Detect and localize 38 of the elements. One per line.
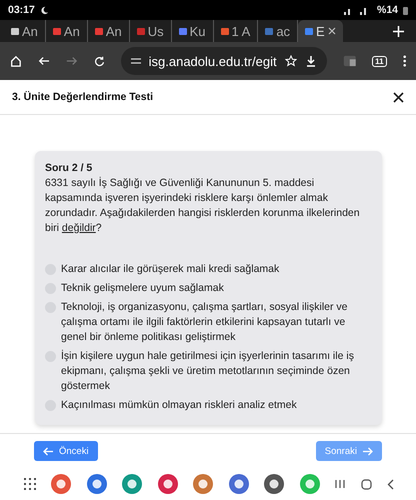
url-field[interactable]: isg.anadolu.edu.tr/egit [120, 47, 327, 75]
option-label[interactable]: Teknoloji, iş organizasyonu, çalışma şartları, sosyal ilişkiler ve çalışma ortamı ile ilgili faktörlerin etkilerini kapsayan tutarlı ve genel bir önleme politikası geliştirmek [61, 300, 372, 345]
clock-time: 03:17 [8, 4, 35, 16]
left-arrow-icon [43, 446, 54, 456]
question-counter: Soru 2 / 5 [45, 161, 94, 176]
star-icon[interactable] [284, 55, 297, 67]
question-text: 6331 sayılı İş Sağlığı ve Güvenliği Kanununun 5. maddesi kapsamında işveren işyerindeki risklere karşı önlemler almak zorundadır. Aşağıdakilerden hangisi risklerden korunma ilkelerinden biri değildir? [45, 176, 361, 236]
app-icon[interactable] [193, 474, 214, 494]
close-icon[interactable] [328, 27, 336, 35]
tab-count[interactable]: 11 [372, 56, 387, 66]
download-icon[interactable] [304, 55, 317, 67]
forward-icon[interactable] [66, 54, 78, 68]
option-label[interactable]: Teknik gelişmelere uyum sağlamak [61, 281, 224, 296]
battery-icon [403, 6, 408, 14]
close-icon[interactable] [393, 92, 404, 102]
app-icon[interactable] [51, 474, 72, 494]
option-label[interactable]: İşin kişilere uygun hale getirilmesi için işyerlerinin tasarımı ile iş ekipmanı, çalışma şekli ve üretim metotlarının seçiminde özen göstermek [61, 349, 372, 394]
more-icon[interactable] [402, 54, 406, 68]
back-icon[interactable] [386, 478, 394, 490]
previous-button[interactable]: Önceki [34, 441, 98, 461]
browser-tab[interactable]: E [298, 20, 343, 42]
app-icon[interactable] [122, 474, 142, 494]
app-icon[interactable] [228, 474, 249, 494]
recents-icon[interactable] [335, 479, 346, 489]
option-label[interactable]: Kaçınılması mümkün olmayan riskleri analiz etmek [61, 398, 297, 413]
apps-grid-icon[interactable] [24, 478, 36, 490]
option-label[interactable]: Karar alıcılar ile görüşerek mali kredi sağlamak [61, 262, 280, 277]
new-tab-icon[interactable] [393, 26, 404, 36]
dialog-title: 3. Ünite Değerlendirme Testi [12, 91, 154, 103]
right-arrow-icon [362, 446, 373, 456]
app-icon[interactable] [158, 474, 178, 494]
battery-level: %14 [376, 4, 398, 16]
moon-icon [40, 6, 49, 14]
app-icon[interactable] [86, 474, 107, 494]
home-button-icon[interactable] [360, 478, 372, 490]
reload-icon[interactable] [94, 54, 105, 68]
app-icon[interactable] [264, 474, 284, 494]
home-icon[interactable] [10, 54, 22, 68]
